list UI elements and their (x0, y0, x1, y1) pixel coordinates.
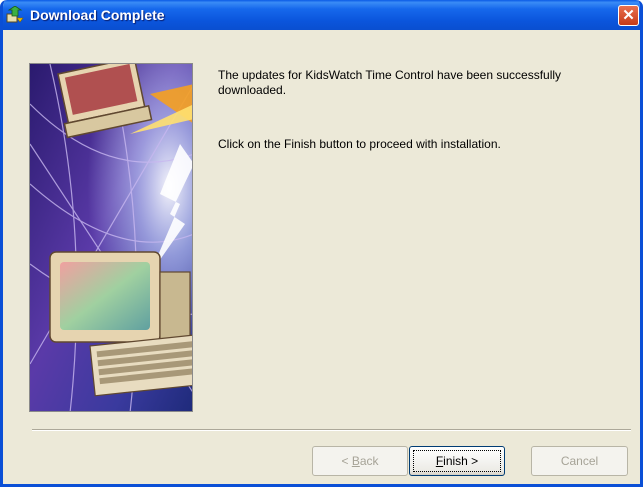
back-button-mnemonic: B (351, 454, 360, 468)
wizard-banner-image (29, 63, 193, 412)
back-button-prefix: < (341, 454, 352, 468)
cancel-button[interactable]: Cancel (531, 446, 628, 476)
separator-line (32, 429, 631, 431)
finish-button-focus-rect: Finish > (413, 450, 501, 472)
computer-illustration-icon (30, 64, 192, 411)
finish-button-label: inish > (443, 454, 479, 468)
download-success-message: The updates for KidsWatch Time Control h… (218, 68, 562, 97)
finish-button[interactable]: Finish > (409, 446, 505, 476)
wizard-window: Download Complete ✕ The updates for Kids… (0, 0, 643, 487)
close-icon: ✕ (622, 7, 635, 24)
back-button-label: ack (359, 454, 379, 468)
close-button[interactable]: ✕ (618, 5, 639, 26)
finish-instruction-message: Click on the Finish button to proceed wi… (218, 137, 501, 151)
window-title: Download Complete (30, 7, 165, 23)
cancel-button-label: Cancel (560, 454, 599, 468)
back-button[interactable]: < Back (312, 446, 408, 476)
installer-arrow-icon (6, 6, 24, 23)
title-bar[interactable]: Download Complete ✕ (3, 0, 640, 30)
